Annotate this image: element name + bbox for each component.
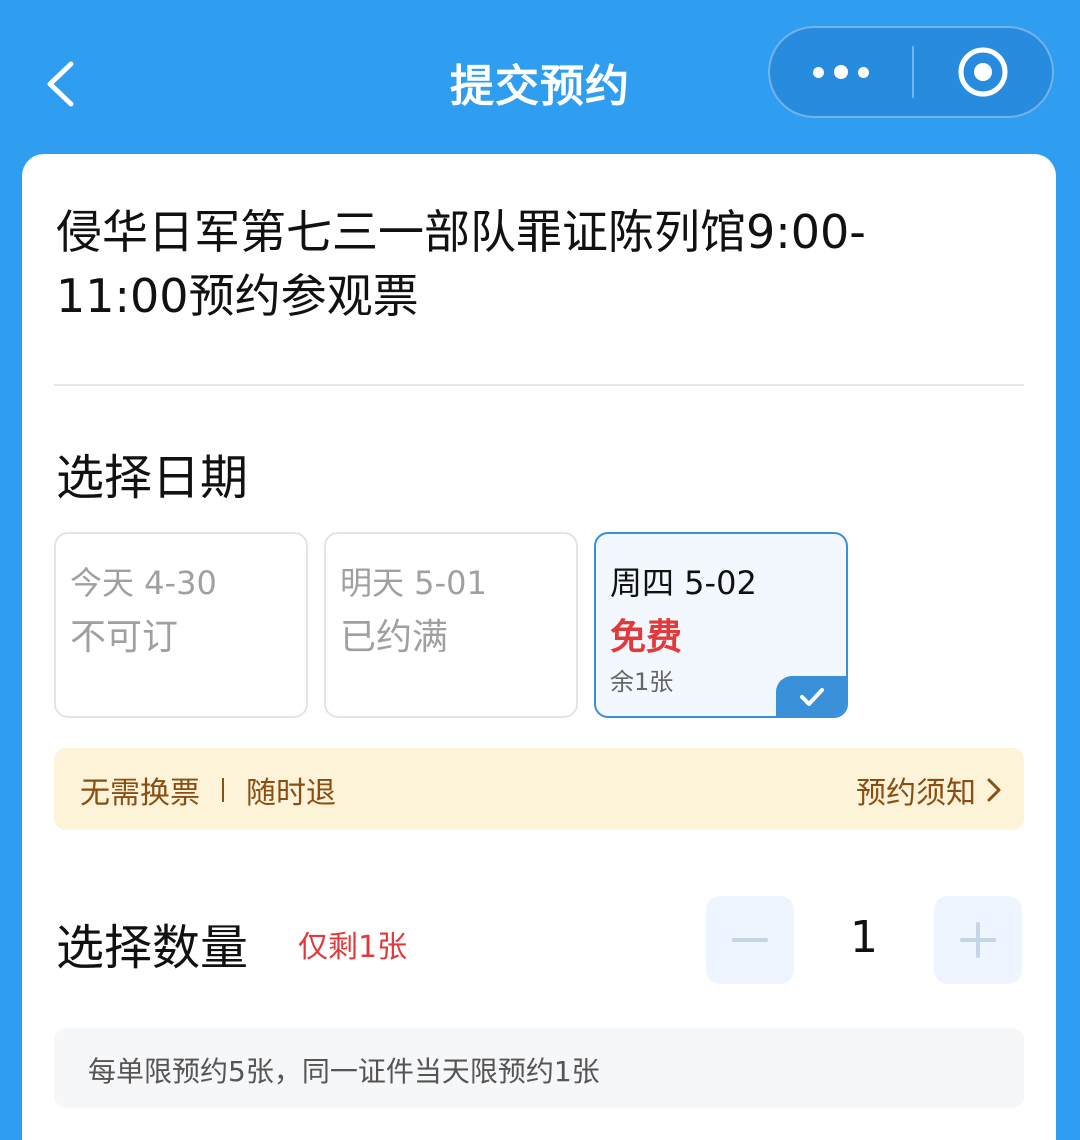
navbar: 提交预约 <box>0 0 1080 150</box>
price-label: 免费 <box>610 617 683 658</box>
date-label: 周四 5-02 <box>610 564 757 602</box>
date-status: 已约满 <box>340 617 449 658</box>
checkmark-icon <box>800 688 824 706</box>
miniprogram-capsule <box>768 26 1054 118</box>
minus-icon <box>732 938 768 942</box>
decrement-button[interactable] <box>706 896 794 984</box>
selected-badge <box>776 676 846 716</box>
date-label: 明天 5-01 <box>340 564 487 602</box>
no-exchange-tag: 无需换票 <box>80 776 200 811</box>
divider <box>54 384 1024 386</box>
increment-button[interactable] <box>934 896 1022 984</box>
target-circle-icon <box>958 47 1008 97</box>
remaining-tag: 仅剩1张 <box>298 930 408 965</box>
chevron-right-icon <box>987 778 1001 802</box>
date-option-tomorrow[interactable]: 明天 5-01 已约满 <box>324 532 578 718</box>
more-dots-icon <box>808 65 874 79</box>
notice-tags: 无需换票 随时退 <box>80 768 336 812</box>
date-option-today[interactable]: 今天 4-30 不可订 <box>54 532 308 718</box>
booking-card: 侵华日军第七三一部队罪证陈列馆9:00-11:00预约参观票 选择日期 今天 4… <box>22 154 1056 1140</box>
date-status: 不可订 <box>70 617 179 658</box>
limit-note: 每单限预约5张，同一证件当天限预约1张 <box>54 1028 1024 1108</box>
date-option-thursday[interactable]: 周四 5-02 免费 余1张 <box>594 532 848 718</box>
product-title: 侵华日军第七三一部队罪证陈列馆9:00-11:00预约参观票 <box>56 205 866 323</box>
date-label: 今天 4-30 <box>70 564 217 602</box>
notice-bar: 无需换票 随时退 预约须知 <box>54 748 1024 830</box>
booking-notice-link[interactable]: 预约须知 <box>856 768 1002 812</box>
limit-note-text: 每单限预约5张，同一证件当天限预约1张 <box>88 1055 600 1088</box>
tag-separator <box>222 778 224 802</box>
refund-anytime-tag: 随时退 <box>246 776 336 811</box>
plus-icon <box>960 922 996 958</box>
date-section-title: 选择日期 <box>56 450 249 506</box>
close-button[interactable] <box>914 28 1052 116</box>
more-button[interactable] <box>770 28 912 116</box>
quantity-value: 1 <box>850 912 878 963</box>
remaining-count: 余1张 <box>610 668 674 696</box>
quantity-section-title: 选择数量 <box>56 920 249 976</box>
booking-notice-label: 预约须知 <box>856 776 976 811</box>
